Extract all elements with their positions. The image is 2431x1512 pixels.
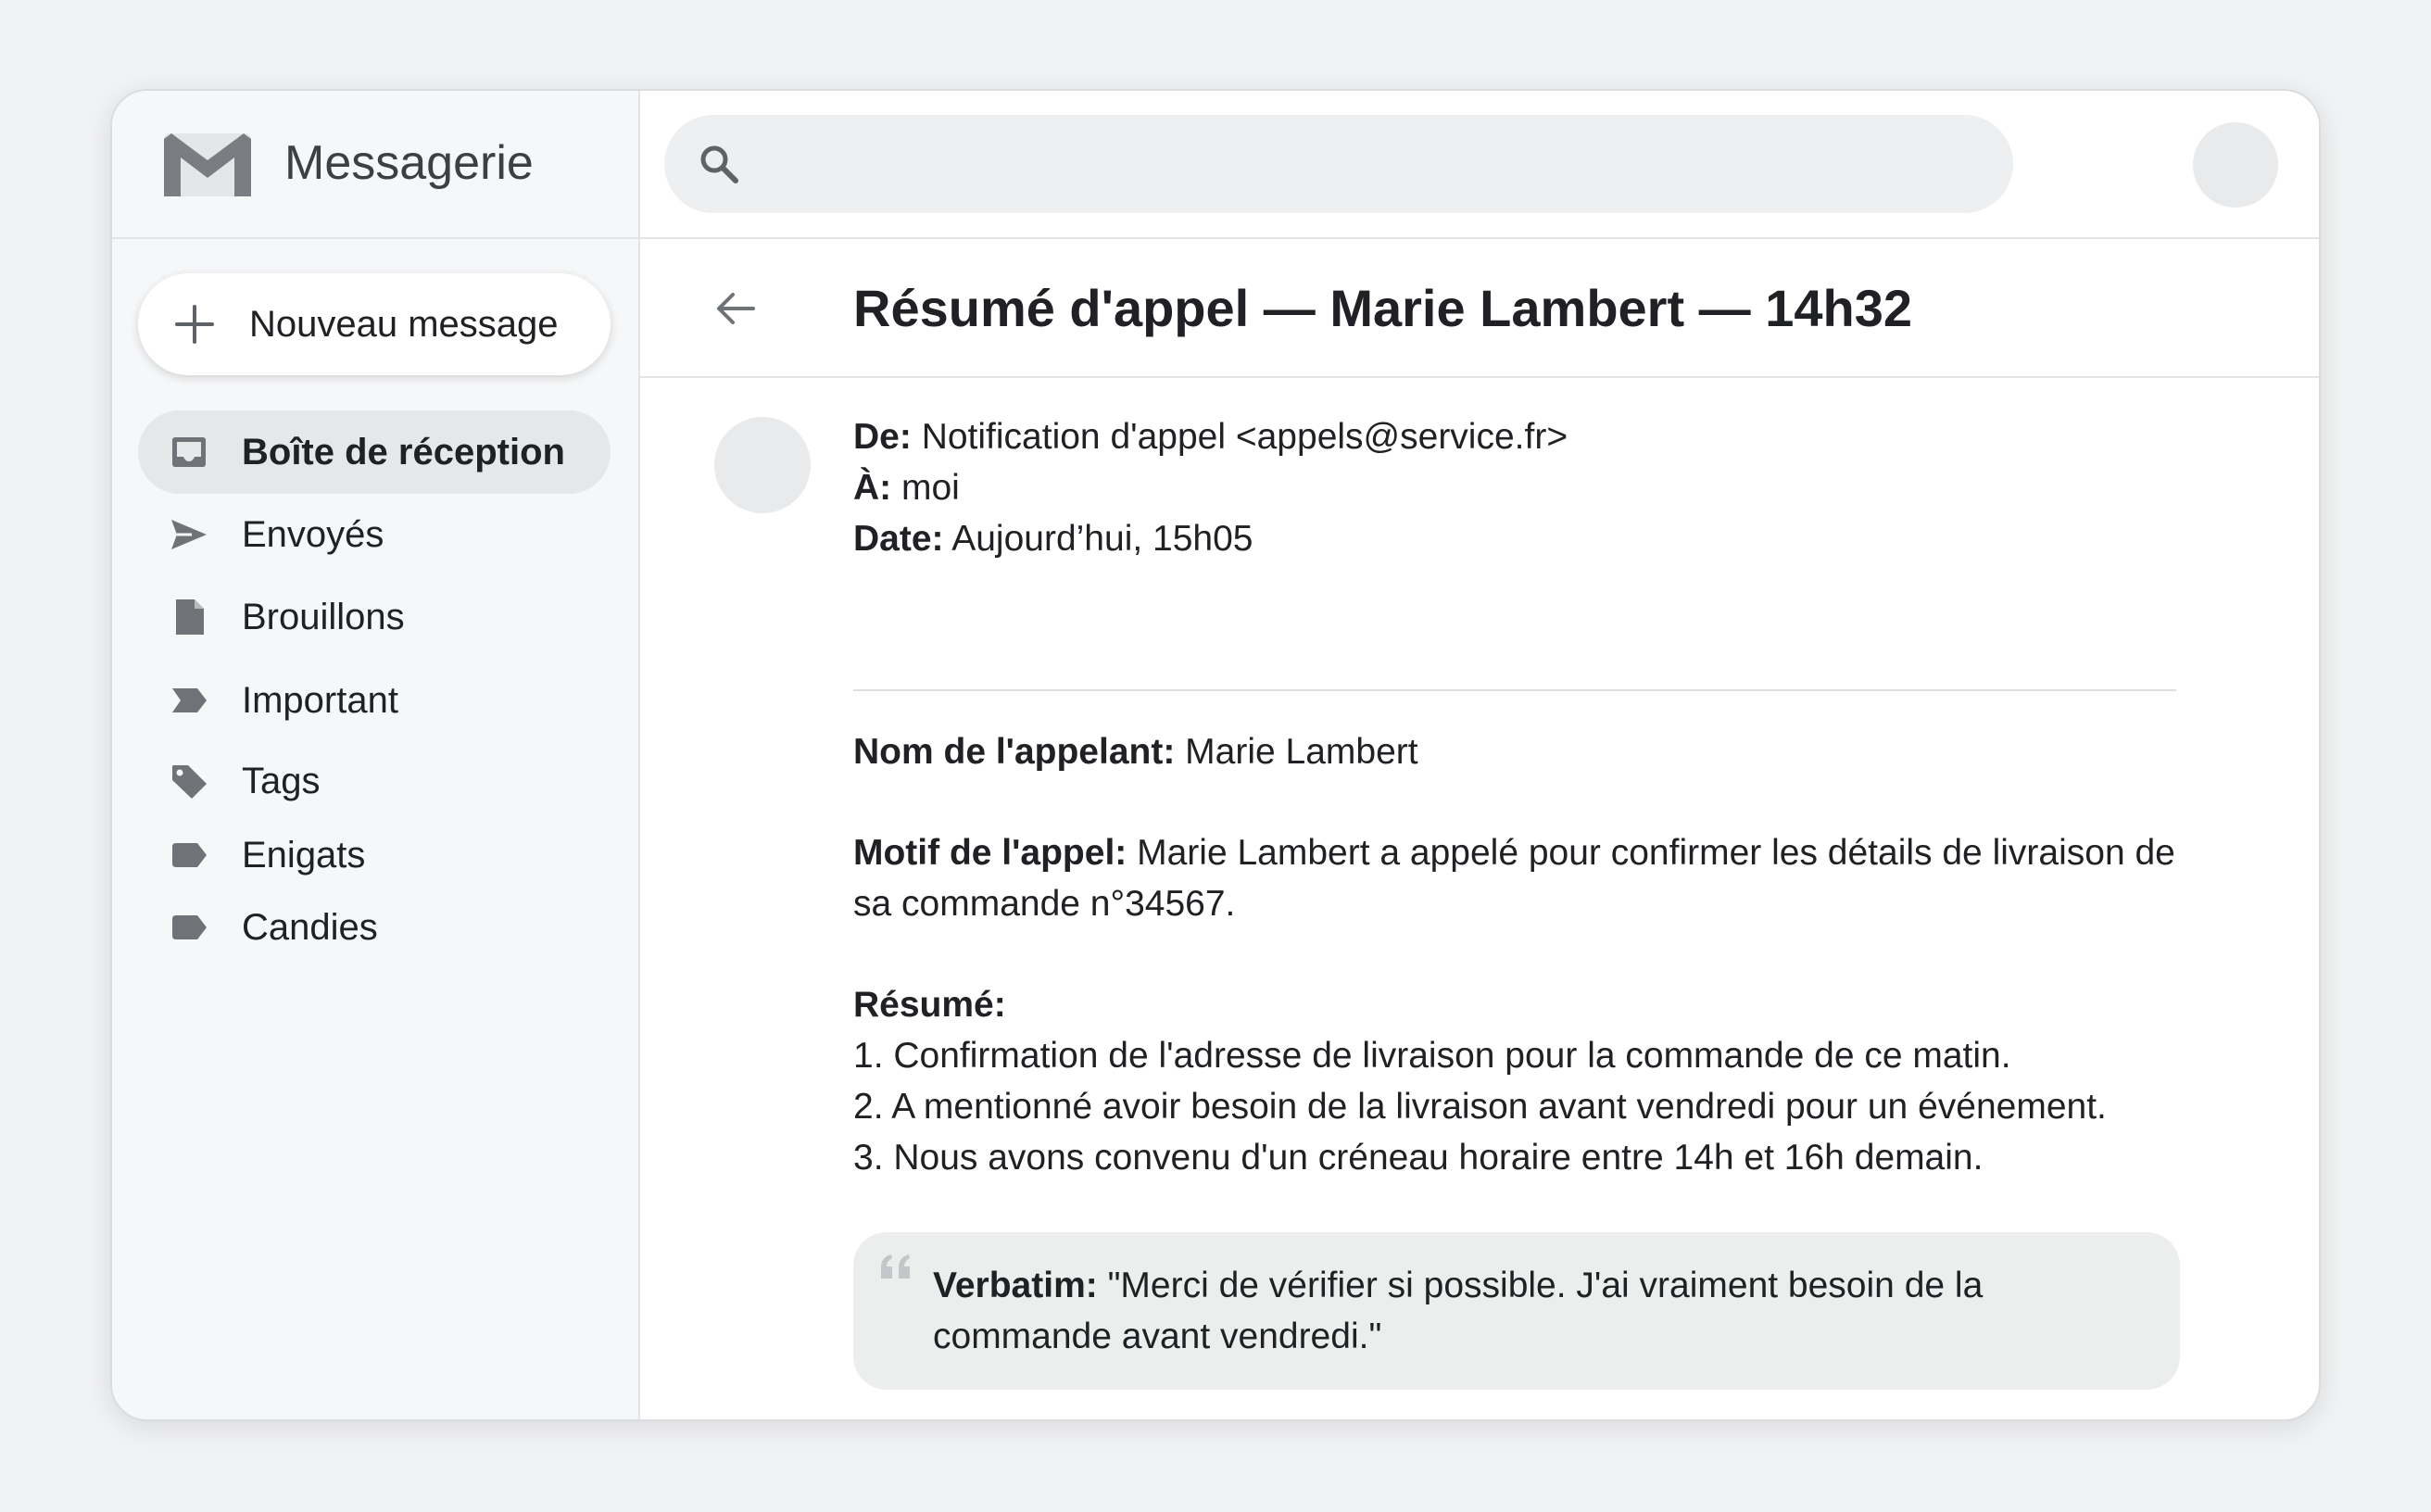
email-subject-bar: Résumé d'appel — Marie Lambert — 14h32: [640, 239, 2319, 378]
sidebar-item-label: Enigats: [242, 834, 366, 876]
plus-icon: [175, 305, 214, 344]
label-icon: [172, 843, 207, 867]
sidebar-item-label: Envoyés: [242, 513, 384, 555]
compose-button[interactable]: Nouveau message: [138, 273, 611, 375]
brand-header: Messagerie: [112, 91, 640, 239]
summary-item: 1. Confirmation de l'adresse de livraiso…: [853, 1036, 2011, 1076]
sender-avatar: [714, 417, 811, 513]
email-subject: Résumé d'appel — Marie Lambert — 14h32: [853, 279, 1913, 337]
to-line: À: moi: [853, 462, 2178, 513]
from-line: De: Notification d'appel <appels@service…: [853, 411, 2178, 462]
caller-line: Nom de l'appelant: Marie Lambert: [853, 726, 2187, 777]
sidebar-item-inbox[interactable]: Boîte de réception: [138, 410, 611, 494]
from-value[interactable]: Notification d'appel <appels@service.fr>: [922, 417, 1568, 457]
sidebar-item-drafts[interactable]: Brouillons: [138, 575, 611, 659]
back-arrow-icon[interactable]: [712, 289, 759, 328]
send-icon: [171, 520, 207, 549]
date-label: Date:: [853, 519, 944, 559]
app-title: Messagerie: [284, 136, 534, 190]
caller-label: Nom de l'appelant:: [853, 732, 1176, 772]
search-bar[interactable]: [664, 115, 2013, 213]
label-icon: [172, 915, 207, 939]
email-headers: De: Notification d'appel <appels@service…: [853, 411, 2178, 564]
sidebar-item-important[interactable]: Important: [138, 659, 611, 742]
header-divider: [853, 689, 2176, 691]
inbox-icon: [172, 437, 206, 467]
summary-item: 2. A mentionné avoir besoin de la livrai…: [853, 1087, 2107, 1127]
top-bar: [640, 91, 2319, 239]
caller-value: Marie Lambert: [1185, 732, 1418, 772]
sidebar-item-candies[interactable]: Candies: [138, 886, 611, 969]
mail-window: Messagerie Nouveau message Boîte de réce…: [110, 89, 2321, 1421]
summary-label: Résumé:: [853, 985, 1006, 1025]
verbatim-text: Verbatim: "Merci de vérifier si possible…: [933, 1260, 2156, 1362]
account-avatar[interactable]: [2193, 122, 2278, 208]
quote-icon: [881, 1254, 910, 1279]
search-input[interactable]: [766, 115, 1989, 213]
sidebar-item-label: Boîte de réception: [242, 431, 565, 472]
to-label: À:: [853, 468, 892, 508]
sidebar-item-label: Tags: [242, 760, 321, 801]
reason-paragraph: Motif de l'appel: Marie Lambert a appelé…: [853, 827, 2187, 929]
sidebar: Messagerie Nouveau message Boîte de réce…: [112, 91, 640, 1419]
important-icon: [172, 688, 207, 712]
sidebar-item-label: Important: [242, 679, 398, 721]
reason-label: Motif de l'appel:: [853, 833, 1127, 873]
tag-icon: [172, 765, 207, 799]
email-content: De: Notification d'appel <appels@service…: [640, 378, 2319, 1419]
sidebar-item-sent[interactable]: Envoyés: [138, 493, 611, 576]
sidebar-item-label: Brouillons: [242, 596, 405, 637]
compose-label: Nouveau message: [249, 303, 559, 345]
email-body: Nom de l'appelant: Marie Lambert Motif d…: [853, 726, 2187, 1183]
draft-icon: [176, 599, 204, 635]
from-label: De:: [853, 417, 912, 457]
summary-item: 3. Nous avons convenu d'un créneau horai…: [853, 1138, 1984, 1178]
sidebar-item-enigats[interactable]: Enigats: [138, 813, 611, 897]
search-icon[interactable]: [698, 143, 740, 185]
sidebar-item-label: Candies: [242, 906, 378, 948]
date-line: Date: Aujourd’hui, 15h05: [853, 513, 2178, 564]
sidebar-item-tags[interactable]: Tags: [138, 739, 611, 823]
date-value: Aujourd’hui, 15h05: [951, 519, 1253, 559]
verbatim-label: Verbatim:: [933, 1266, 1098, 1305]
mail-m-logo-icon[interactable]: [160, 130, 255, 200]
to-value: moi: [901, 468, 960, 508]
verbatim-quote: Verbatim: "Merci de vérifier si possible…: [853, 1232, 2180, 1390]
